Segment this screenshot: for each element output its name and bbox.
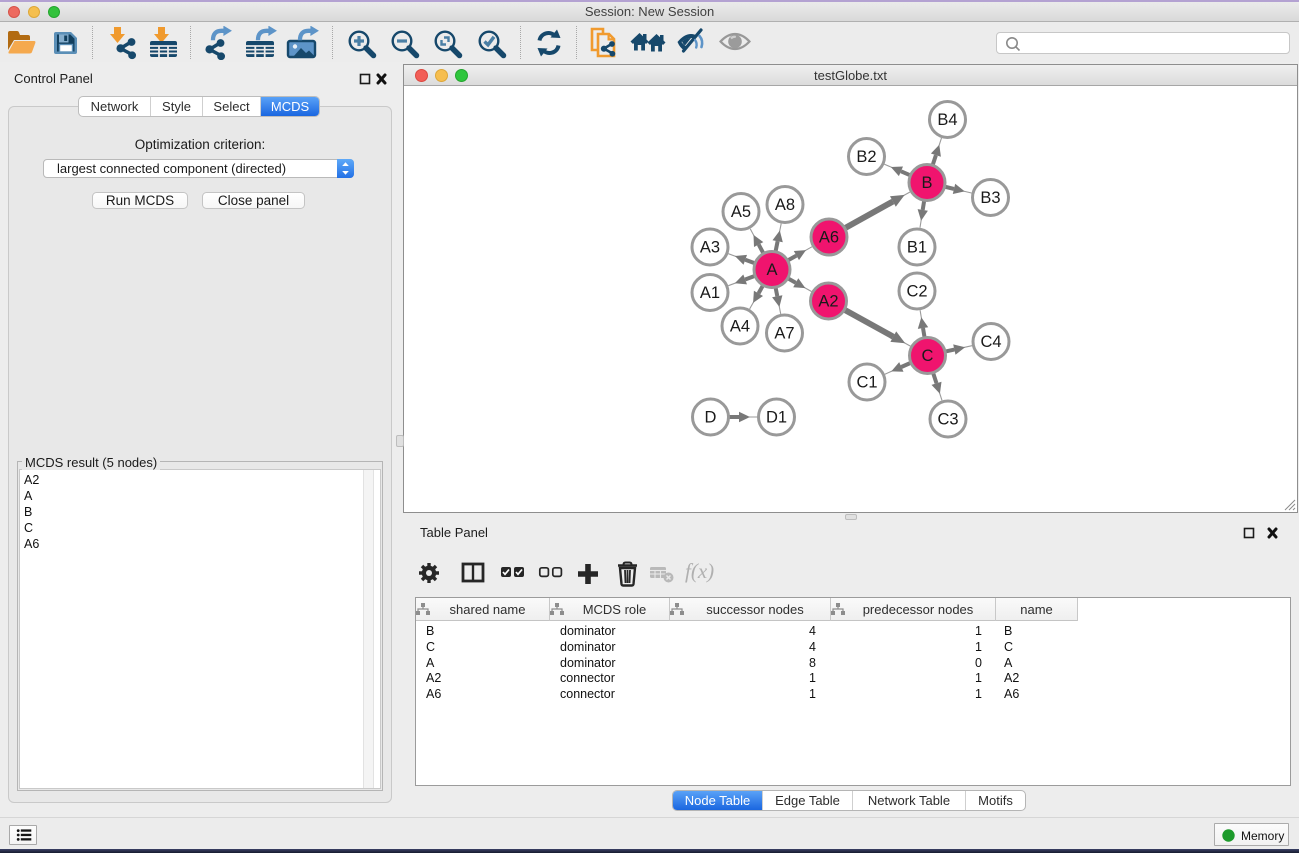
svg-text:A3: A3	[700, 239, 720, 257]
svg-text:B2: B2	[856, 148, 876, 166]
svg-text:C4: C4	[980, 333, 1001, 351]
svg-text:C3: C3	[937, 411, 958, 429]
svg-text:A4: A4	[730, 318, 750, 336]
svg-text:B3: B3	[980, 189, 1000, 207]
svg-text:C2: C2	[906, 283, 927, 301]
svg-text:A5: A5	[731, 203, 751, 221]
svg-text:A6: A6	[819, 229, 839, 247]
svg-text:C: C	[922, 347, 934, 365]
svg-text:A1: A1	[700, 284, 720, 302]
svg-text:C1: C1	[856, 374, 877, 392]
svg-text:B1: B1	[907, 239, 927, 257]
svg-text:A2: A2	[818, 293, 838, 311]
svg-text:A8: A8	[775, 196, 795, 214]
svg-text:D1: D1	[766, 409, 787, 427]
svg-text:D: D	[705, 409, 717, 427]
svg-text:A7: A7	[774, 325, 794, 343]
svg-text:B4: B4	[937, 111, 957, 129]
svg-text:A: A	[766, 261, 777, 279]
svg-text:B: B	[921, 174, 932, 192]
